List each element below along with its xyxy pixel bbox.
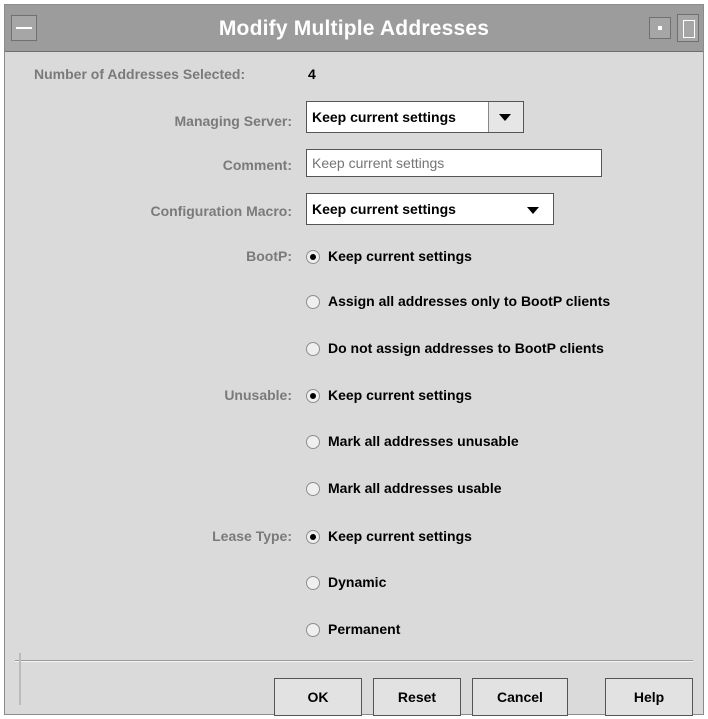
managing-server-dropdown[interactable]: Keep current settings: [306, 101, 524, 133]
help-button[interactable]: Help: [605, 678, 693, 716]
unusable-keep-radio[interactable]: [306, 389, 320, 403]
minimize-button[interactable]: [649, 17, 671, 39]
managing-server-arrow-button[interactable]: [488, 102, 523, 132]
configuration-macro-value: Keep current settings: [312, 201, 456, 217]
managing-server-label: Managing Server:: [174, 113, 292, 129]
reset-button[interactable]: Reset: [373, 678, 461, 716]
comment-field[interactable]: [306, 149, 602, 177]
bootp-assign-radio[interactable]: [306, 295, 320, 309]
lease-dynamic-label[interactable]: Dynamic: [328, 574, 386, 590]
minimize-icon: [658, 26, 662, 30]
addresses-selected-value: 4: [308, 66, 316, 82]
footer-divider: [15, 660, 693, 662]
comment-label: Comment:: [222, 157, 292, 173]
ok-button[interactable]: OK: [274, 678, 362, 716]
lease-type-label: Lease Type:: [212, 528, 292, 544]
unusable-label: Unusable:: [224, 387, 292, 403]
mark-usable-radio[interactable]: [306, 482, 320, 496]
title-bar[interactable]: Modify Multiple Addresses: [5, 5, 703, 52]
mark-unusable-radio[interactable]: [306, 435, 320, 449]
cancel-button[interactable]: Cancel: [472, 678, 568, 716]
lease-keep-radio[interactable]: [306, 530, 320, 544]
lease-permanent-radio[interactable]: [306, 623, 320, 637]
addresses-selected-label: Number of Addresses Selected:: [34, 66, 246, 82]
chevron-down-icon: [499, 114, 511, 121]
lease-permanent-label[interactable]: Permanent: [328, 621, 400, 637]
chevron-down-icon: [527, 207, 539, 214]
bootp-do-not-assign-radio[interactable]: [306, 342, 320, 356]
unusable-keep-label[interactable]: Keep current settings: [328, 387, 472, 403]
bootp-assign-label[interactable]: Assign all addresses only to BootP clien…: [328, 293, 610, 309]
bootp-do-not-assign-label[interactable]: Do not assign addresses to BootP clients: [328, 340, 604, 356]
maximize-button[interactable]: [677, 14, 699, 42]
lease-keep-label[interactable]: Keep current settings: [328, 528, 472, 544]
bootp-label: BootP:: [246, 248, 292, 264]
comment-input[interactable]: [307, 150, 601, 176]
configuration-macro-dropdown[interactable]: Keep current settings: [306, 193, 554, 225]
mark-usable-label[interactable]: Mark all addresses usable: [328, 480, 502, 496]
configuration-macro-arrow-button[interactable]: [513, 194, 553, 224]
window-title: Modify Multiple Addresses: [218, 17, 490, 40]
mark-unusable-label[interactable]: Mark all addresses unusable: [328, 433, 519, 449]
bootp-keep-label[interactable]: Keep current settings: [328, 248, 472, 264]
configuration-macro-label: Configuration Macro:: [150, 203, 292, 219]
footer-edge: [19, 653, 21, 705]
managing-server-value: Keep current settings: [312, 109, 456, 125]
lease-dynamic-radio[interactable]: [306, 576, 320, 590]
bootp-keep-radio[interactable]: [306, 250, 320, 264]
dialog-window: Modify Multiple Addresses Number of Addr…: [4, 4, 704, 716]
maximize-icon: [683, 20, 695, 38]
